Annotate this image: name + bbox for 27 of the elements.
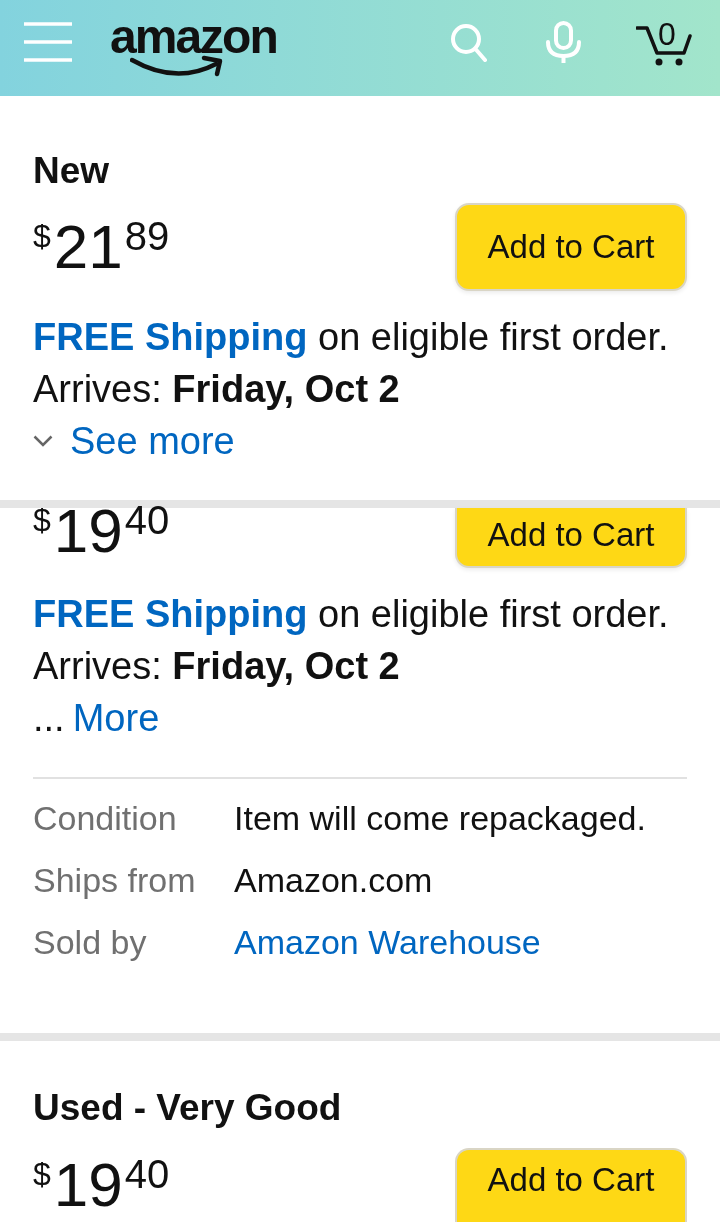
shipping-text: FREE Shipping on eligible first order. [33,592,670,637]
see-more-button[interactable]: See more [33,415,235,467]
free-shipping-link[interactable]: FREE Shipping [33,316,308,358]
ellipsis-text: ... [33,696,65,741]
detail-label: Ships from [33,860,197,900]
arrival-date-text: Arrives: Friday, Oct 2 [33,644,401,689]
menu-icon[interactable] [24,22,72,62]
add-to-cart-button[interactable]: Add to Cart [455,1148,687,1222]
seller-link[interactable]: Amazon Warehouse [234,922,541,962]
logo-link[interactable]: amazon [110,7,277,77]
detail-value: Amazon.com [234,860,433,900]
add-to-cart-button[interactable]: Add to Cart [455,508,687,568]
shipping-text: FREE Shipping on eligible first order. [33,315,670,360]
microphone-icon[interactable] [545,20,582,64]
more-link[interactable]: More [72,692,160,744]
search-icon[interactable] [450,22,487,62]
arrival-date-text: Arrives: Friday, Oct 2 [33,367,401,412]
condition-title: New [33,150,111,192]
add-to-cart-button[interactable]: Add to Cart [455,203,687,291]
detail-value: Item will come repackaged. [234,798,646,838]
chevron-down-icon [33,435,53,447]
cart-button[interactable]: 0 [636,17,692,67]
condition-title: Used - Very Good [33,1087,343,1129]
detail-label: Condition [33,798,178,838]
free-shipping-link[interactable]: FREE Shipping [33,593,308,635]
cart-icon [636,25,692,67]
detail-label: Sold by [33,922,148,962]
